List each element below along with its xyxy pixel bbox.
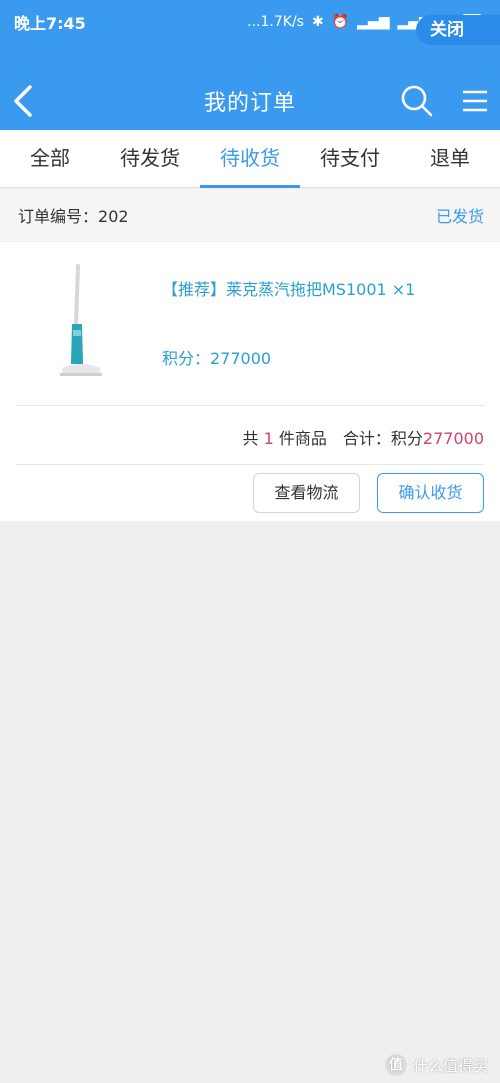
watermark-logo-icon: 值 xyxy=(384,1054,407,1076)
order-card: 【推荐】莱克蒸汽拖把MS1001 ×1 积分：277000 共 1 件商品 合计… xyxy=(0,242,500,521)
network-speed: ...1.7K/s xyxy=(247,14,304,30)
confirm-receipt-button[interactable]: 确认收货 xyxy=(377,473,484,513)
bluetooth-icon: ✱ xyxy=(311,14,324,30)
total-points: 277000 xyxy=(422,429,484,448)
close-button[interactable]: 关闭 xyxy=(416,15,500,45)
divider xyxy=(16,405,484,406)
order-header: 订单编号：202 已发货 xyxy=(0,189,500,241)
watermark-text: 什么值得买 xyxy=(412,1056,488,1075)
tab-to-ship[interactable]: 待发货 xyxy=(100,130,200,187)
order-summary: 共 1 件商品 合计：积分277000 xyxy=(243,425,484,449)
product-points: 积分：277000 xyxy=(162,349,272,368)
order-number-value: 202 xyxy=(98,207,129,226)
order-number: 订单编号：202 xyxy=(18,203,129,227)
divider xyxy=(16,464,484,465)
tab-to-receive[interactable]: 待收货 xyxy=(200,130,300,188)
watermark: 值 什么值得买 xyxy=(384,1054,488,1076)
item-count: 1 xyxy=(263,429,274,448)
nav-bar: 我的订单 xyxy=(0,44,500,130)
tab-to-pay[interactable]: 待支付 xyxy=(300,130,400,187)
product-name[interactable]: 【推荐】莱克蒸汽拖把MS1001 ×1 xyxy=(162,276,415,300)
summary-prefix: 共 xyxy=(242,429,259,448)
search-icon[interactable] xyxy=(400,84,434,118)
summary-mid: 件商品 合计：积分 xyxy=(278,429,423,448)
tab-refund[interactable]: 退单 xyxy=(400,130,500,187)
order-status: 已发货 xyxy=(435,207,484,226)
signal-icon: ▂▄▆ xyxy=(357,14,390,30)
steam-mop-image[interactable] xyxy=(56,264,104,384)
status-time: 晚上7:45 xyxy=(14,14,86,33)
view-logistics-button[interactable]: 查看物流 xyxy=(253,473,360,513)
tab-all[interactable]: 全部 xyxy=(0,130,100,187)
order-number-label: 订单编号： xyxy=(18,207,99,226)
menu-icon[interactable] xyxy=(462,89,488,113)
alarm-icon: ⏰ xyxy=(331,14,350,30)
order-tabs: 全部 待发货 待收货 待支付 退单 xyxy=(0,130,500,188)
